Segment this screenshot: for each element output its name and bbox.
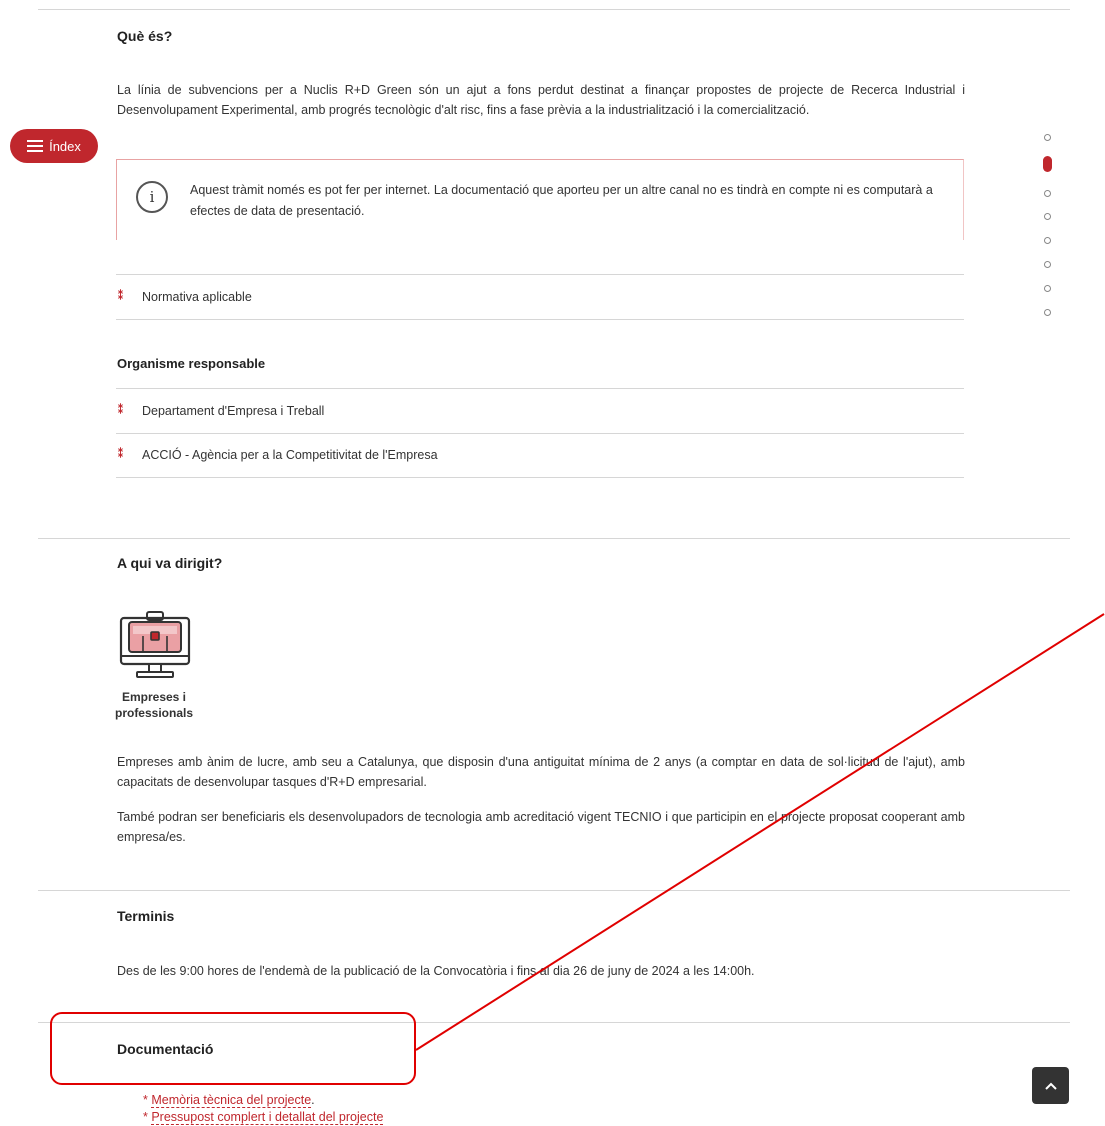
chevron-up-icon	[1044, 1082, 1057, 1090]
section-divider	[38, 538, 1070, 539]
nav-dot[interactable]	[1044, 309, 1051, 316]
link-label: Departament d'Empresa i Treball	[142, 404, 325, 418]
bullet-icon: ⁑	[118, 291, 123, 302]
nav-dot[interactable]	[1044, 213, 1051, 220]
nav-dot[interactable]	[1044, 134, 1051, 141]
target-description-1: Empreses amb ànim de lucre, amb seu a Ca…	[117, 755, 965, 789]
nav-dot[interactable]	[1044, 285, 1051, 292]
organisme-title: Organisme responsable	[117, 356, 266, 371]
doc-link-pressupost[interactable]: Pressupost complert i detallat del proje…	[151, 1110, 384, 1125]
nav-dot[interactable]	[1044, 190, 1051, 197]
nav-dot[interactable]	[1044, 237, 1051, 244]
annotation-highlight-box	[50, 1012, 416, 1085]
description-text: La línia de subvencions per a Nuclis R+D…	[117, 83, 965, 117]
hamburger-icon	[27, 137, 44, 155]
bullet-icon: ⁑	[118, 449, 123, 460]
business-computer-icon	[119, 611, 191, 678]
info-icon: i	[136, 181, 168, 213]
notice-text: Aquest tràmit només es pot fer per inter…	[190, 183, 933, 218]
doc-link-memoria[interactable]: Memòria tècnica del projecte	[151, 1093, 312, 1108]
index-button-label: Índex	[49, 138, 81, 154]
list-item: * Pressupost complert i detallat del pro…	[143, 1110, 384, 1125]
bullet-icon: ⁑	[118, 405, 123, 416]
link-label: Normativa aplicable	[142, 290, 252, 304]
target-description-2: També podran ser beneficiaris els desenv…	[117, 810, 965, 844]
link-departament-empresa-treball[interactable]: ⁑ Departament d'Empresa i Treball	[116, 388, 964, 434]
index-button[interactable]: Índex	[10, 129, 98, 163]
documentation-list: * Memòria tècnica del projecte. * Pressu…	[143, 1092, 384, 1126]
section-divider	[38, 890, 1070, 891]
section-title-que-es: Què és?	[117, 28, 173, 44]
link-normativa-aplicable[interactable]: ⁑ Normativa aplicable	[116, 274, 964, 320]
nav-dot[interactable]	[1044, 261, 1051, 268]
list-item: * Memòria tècnica del projecte.	[143, 1093, 315, 1108]
nav-dot-active[interactable]	[1043, 156, 1052, 172]
link-accio[interactable]: ⁑ ACCIÓ - Agència per a la Competitivita…	[116, 433, 964, 478]
section-divider	[38, 9, 1070, 10]
target-label: Empreses i professionals	[114, 690, 194, 720]
link-label: ACCIÓ - Agència per a la Competitivitat …	[142, 448, 438, 462]
section-title-a-qui: A qui va dirigit?	[117, 555, 223, 571]
section-title-terminis: Terminis	[117, 908, 175, 924]
terminis-text: Des de les 9:00 hores de l'endemà de la …	[117, 964, 755, 978]
scroll-to-top-button[interactable]	[1032, 1067, 1069, 1104]
